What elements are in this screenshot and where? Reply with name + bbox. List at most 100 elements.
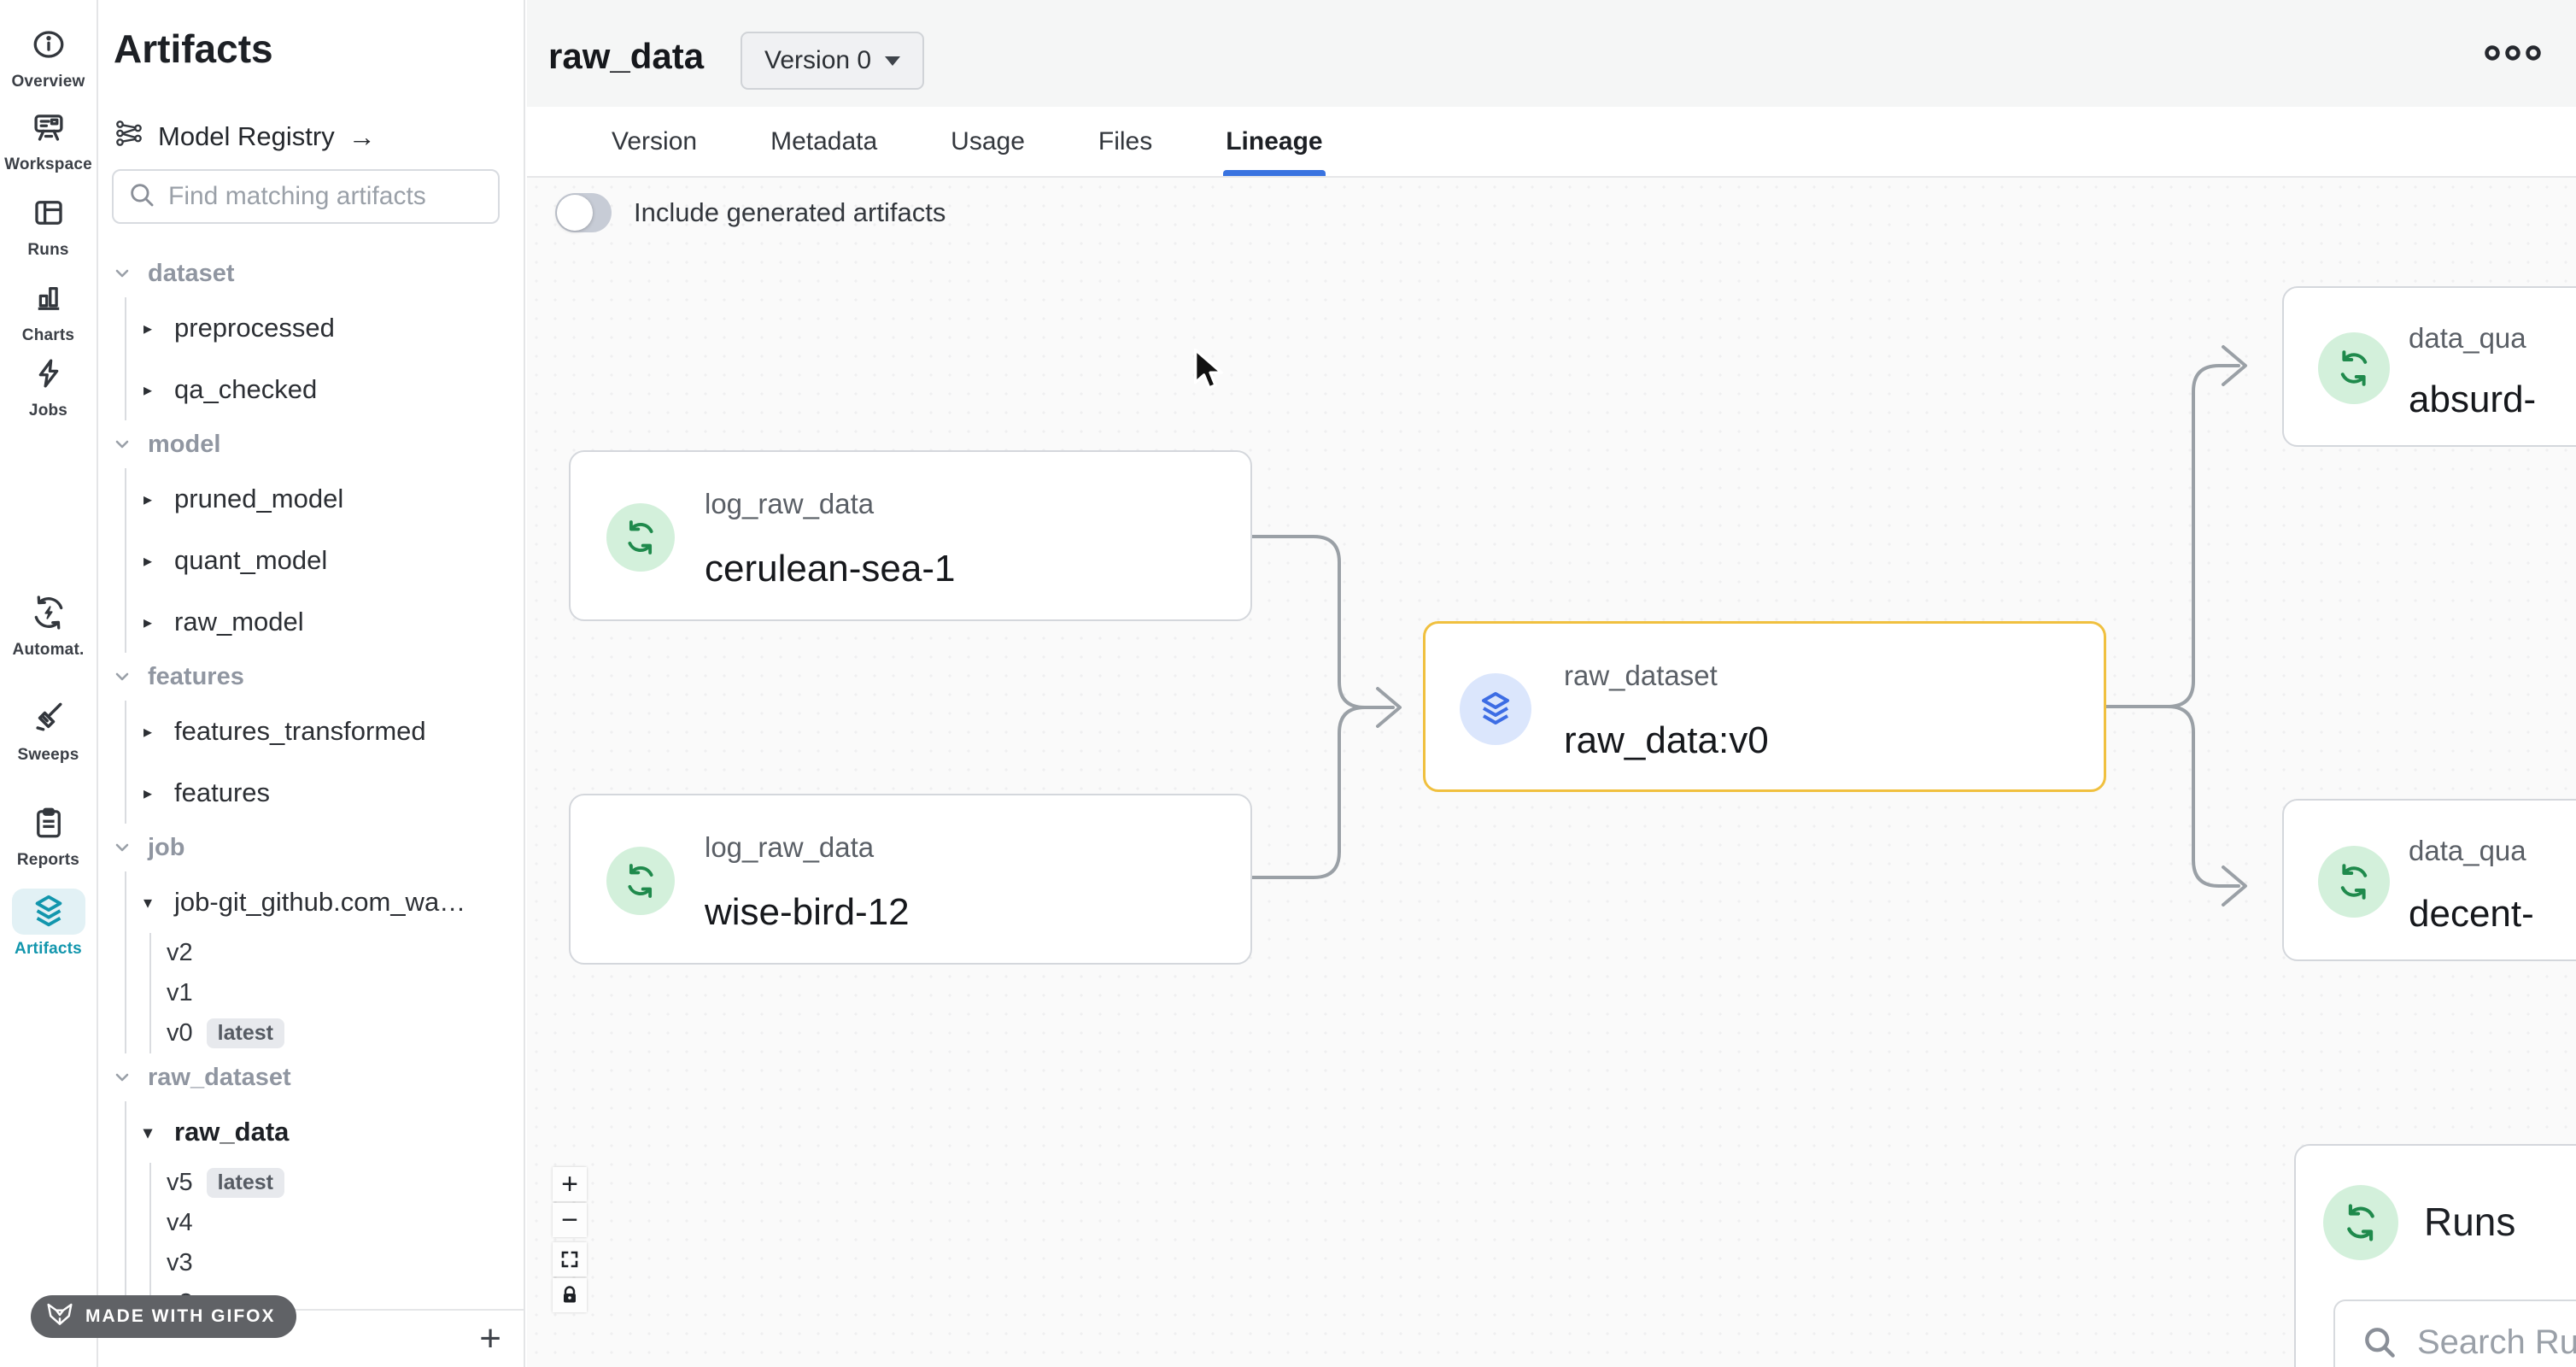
rail-label: Charts	[22, 326, 74, 345]
sidebar-item-jobs[interactable]: Jobs	[0, 350, 97, 420]
sidebar-item-workspace[interactable]: Workspace	[0, 104, 97, 174]
sidebar-item-sweeps[interactable]: Sweeps	[0, 695, 97, 765]
search-input[interactable]	[168, 182, 498, 211]
chevron-down-icon	[112, 1067, 132, 1088]
zoom-in-button[interactable]: +	[553, 1167, 587, 1201]
node-title: log_raw_data	[705, 831, 874, 864]
tab-version[interactable]: Version	[588, 107, 720, 176]
version-item[interactable]: v0latest	[151, 1013, 513, 1053]
tree-section-job[interactable]: job	[112, 824, 513, 871]
node-title: log_raw_data	[705, 488, 874, 520]
triangle-right-icon: ▸	[143, 550, 161, 572]
tree-item-raw-data[interactable]: ▾raw_data	[126, 1101, 513, 1163]
sidebar-item-overview[interactable]: Overview	[0, 21, 97, 91]
search-icon	[127, 180, 156, 214]
run-icon	[606, 503, 675, 572]
version-item[interactable]: v4	[151, 1203, 513, 1243]
sidebar-item-artifacts[interactable]: Artifacts	[0, 889, 97, 959]
run-icon	[2318, 332, 2390, 404]
triangle-down-icon: ▾	[143, 892, 161, 913]
main-content: raw_data Version 0 Version Metadata Usag…	[527, 0, 2576, 1367]
latest-badge: latest	[207, 1168, 284, 1198]
tree-item[interactable]: ▾job-git_github.com_wa…	[126, 871, 513, 933]
fit-view-button[interactable]	[553, 1242, 587, 1276]
run-node-wise-bird-12[interactable]: log_raw_data wise-bird-12	[569, 794, 1252, 965]
rail-label: Automat.	[13, 641, 85, 660]
run-icon	[2323, 1185, 2398, 1260]
tab-metadata[interactable]: Metadata	[747, 107, 900, 176]
toggle-knob	[557, 195, 593, 231]
gifox-label: MADE WITH GIFOX	[85, 1306, 276, 1327]
artifact-search[interactable]	[112, 169, 500, 224]
overflow-menu-button[interactable]	[2482, 41, 2544, 69]
sidebar-item-reports[interactable]: Reports	[0, 800, 97, 870]
rail-label: Reports	[17, 851, 79, 870]
rail-label: Workspace	[4, 155, 92, 174]
lock-button[interactable]	[553, 1278, 587, 1312]
sidebar-item-charts[interactable]: Charts	[0, 275, 97, 345]
mouse-cursor	[1191, 349, 1231, 393]
version-item[interactable]: v3	[151, 1243, 513, 1283]
arrow-right-icon: →	[348, 121, 376, 153]
runs-search[interactable]: Search Ru	[2333, 1300, 2576, 1367]
lineage-canvas[interactable]: Include generated artifacts log_raw_data…	[527, 178, 2576, 1367]
tree-item[interactable]: ▸pruned_model	[126, 468, 513, 530]
info-icon	[12, 21, 85, 67]
add-artifact-button[interactable]: +	[479, 1320, 501, 1358]
tab-lineage[interactable]: Lineage	[1203, 107, 1345, 176]
tab-files[interactable]: Files	[1075, 107, 1175, 176]
run-node-decent[interactable]: data_qua decent-	[2282, 799, 2576, 961]
model-registry-label: Model Registry	[158, 121, 335, 152]
run-icon	[2318, 846, 2390, 918]
tab-usage[interactable]: Usage	[928, 107, 1048, 176]
header-band: raw_data Version 0	[527, 0, 2576, 107]
rail-label: Artifacts	[15, 940, 82, 959]
rail-label: Sweeps	[18, 746, 79, 765]
tree-item[interactable]: ▸preprocessed	[126, 297, 513, 359]
left-icon-rail: Overview Workspace Runs Charts Jobs	[0, 0, 98, 1367]
version-item[interactable]: v2	[151, 933, 513, 973]
workspace-icon	[12, 104, 85, 150]
node-name: cerulean-sea-1	[705, 548, 956, 590]
tree-section-raw-dataset[interactable]: raw_dataset	[112, 1053, 513, 1101]
sidebar-item-runs[interactable]: Runs	[0, 190, 97, 260]
node-name: decent-	[2409, 893, 2534, 936]
tree-section-features[interactable]: features	[112, 653, 513, 701]
tree-item[interactable]: ▸raw_model	[126, 591, 513, 653]
runs-group-node[interactable]: Runs Search Ru	[2294, 1144, 2576, 1367]
include-generated-toggle[interactable]	[555, 193, 612, 232]
tree-item[interactable]: ▸features	[126, 762, 513, 824]
node-name: wise-bird-12	[705, 891, 910, 934]
run-node-absurd[interactable]: data_qua absurd-	[2282, 286, 2576, 447]
tree-section-model[interactable]: model	[112, 420, 513, 468]
version-item[interactable]: v5latest	[151, 1163, 513, 1203]
triangle-right-icon: ▸	[143, 721, 161, 742]
zoom-out-button[interactable]: −	[553, 1203, 587, 1237]
triangle-right-icon: ▸	[143, 379, 161, 401]
tree-item[interactable]: ▸features_transformed	[126, 701, 513, 762]
gifox-badge: MADE WITH GIFOX	[31, 1295, 296, 1338]
chevron-down-icon	[112, 434, 132, 455]
artifact-title: raw_data	[548, 36, 704, 77]
version-dropdown[interactable]: Version 0	[741, 32, 924, 90]
triangle-right-icon: ▸	[143, 783, 161, 804]
node-name: absurd-	[2409, 378, 2536, 421]
model-registry-link[interactable]: Model Registry →	[114, 116, 376, 157]
run-node-cerulean-sea-1[interactable]: log_raw_data cerulean-sea-1	[569, 450, 1252, 621]
tree-item[interactable]: ▸qa_checked	[126, 359, 513, 420]
node-name: raw_data:v0	[1564, 719, 1769, 762]
tree-section-dataset[interactable]: dataset	[112, 249, 513, 297]
model-registry-icon	[114, 116, 144, 157]
node-title: data_qua	[2409, 322, 2526, 355]
automations-icon	[12, 590, 85, 636]
jobs-icon	[12, 350, 85, 396]
rail-label: Jobs	[29, 402, 67, 420]
triangle-right-icon: ▸	[143, 489, 161, 510]
version-item[interactable]: v1	[151, 973, 513, 1013]
artifact-node-raw-data-v0[interactable]: raw_dataset raw_data:v0	[1423, 621, 2106, 792]
toggle-row: Include generated artifacts	[555, 193, 946, 232]
sidebar-item-automations[interactable]: Automat.	[0, 590, 97, 660]
tree-item[interactable]: ▸quant_model	[126, 530, 513, 591]
runs-icon	[12, 190, 85, 236]
run-icon	[606, 847, 675, 915]
